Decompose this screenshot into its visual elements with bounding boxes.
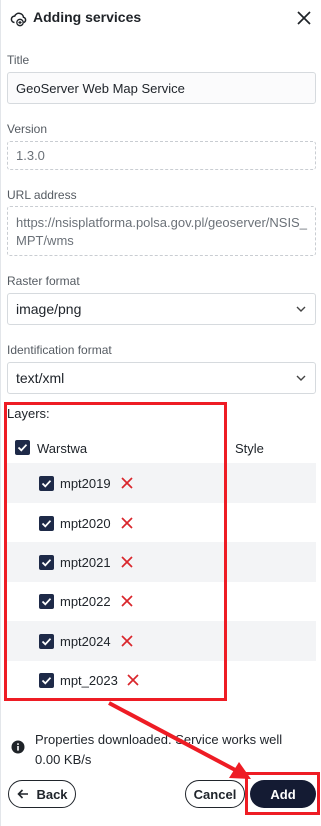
url-line-2: MPT/wms xyxy=(16,233,74,248)
raster-format-label: Raster format xyxy=(7,274,80,288)
arrow-left-icon xyxy=(17,789,29,799)
status-line-1: Properties downloaded. Service works wel… xyxy=(35,732,283,747)
chevron-down-icon xyxy=(296,375,306,381)
version-value: 1.3.0 xyxy=(16,148,45,163)
layers-highlight-box xyxy=(4,402,227,701)
back-button[interactable]: Back xyxy=(8,780,76,808)
status-text: Properties downloaded. Service works wel… xyxy=(35,730,315,770)
cancel-button-label: Cancel xyxy=(193,786,237,802)
title-input[interactable]: GeoServer Web Map Service xyxy=(7,72,316,104)
ident-format-value: text/xml xyxy=(16,370,65,386)
status-line-2: 0.00 KB/s xyxy=(35,752,92,767)
url-field: https://nsisplatforma.polsa.gov.pl/geose… xyxy=(7,206,316,256)
raster-format-value: image/png xyxy=(16,301,82,317)
url-line-1: https://nsisplatforma.polsa.gov.pl/geose… xyxy=(16,215,307,230)
ident-format-label: Identification format xyxy=(7,343,112,357)
ident-format-select[interactable]: text/xml xyxy=(7,362,316,394)
style-header: Style xyxy=(235,441,264,456)
panel-header: Adding services xyxy=(1,0,321,36)
version-label: Version xyxy=(7,122,48,136)
raster-format-select[interactable]: image/png xyxy=(7,293,316,325)
chevron-down-icon xyxy=(296,306,306,312)
add-service-panel: Adding services Title GeoServer Web Map … xyxy=(0,0,321,826)
url-label: URL address xyxy=(7,188,77,202)
title-label: Title xyxy=(7,53,30,67)
cloud-add-icon xyxy=(10,12,27,27)
version-field: 1.3.0 xyxy=(7,141,316,170)
info-icon xyxy=(11,740,25,754)
close-icon[interactable] xyxy=(295,9,313,27)
title-value: GeoServer Web Map Service xyxy=(16,80,185,96)
back-button-label: Back xyxy=(36,786,68,802)
cancel-button[interactable]: Cancel xyxy=(185,780,245,808)
add-button-highlight-box xyxy=(245,772,320,815)
status-message: Properties downloaded. Service works wel… xyxy=(7,730,316,770)
panel-title: Adding services xyxy=(33,9,142,25)
